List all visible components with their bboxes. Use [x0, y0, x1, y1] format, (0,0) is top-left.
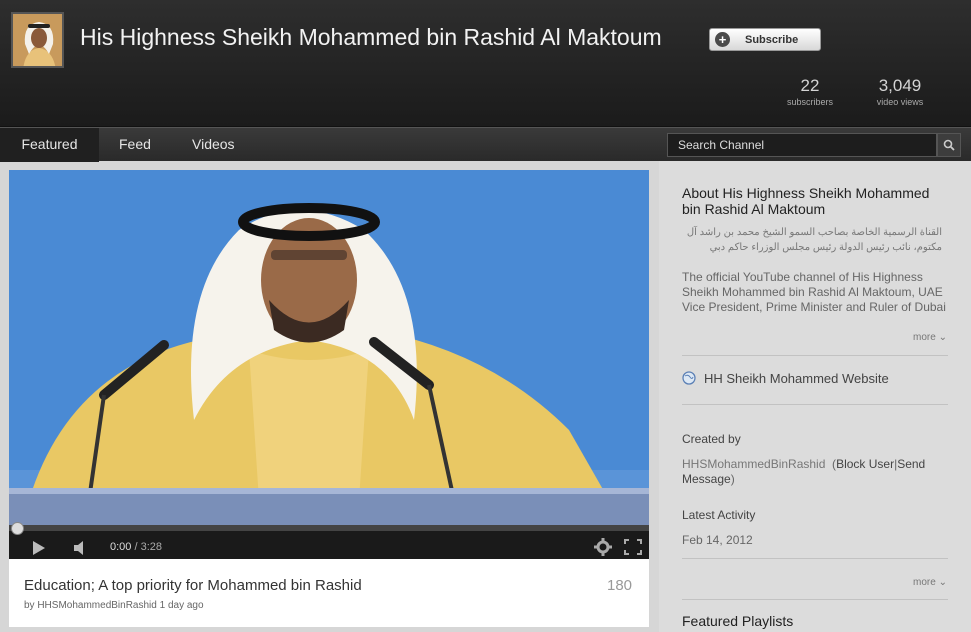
progress-scrubber[interactable] — [11, 522, 24, 535]
subscribers-label: subscribers — [786, 97, 833, 107]
channel-avatar[interactable] — [11, 12, 64, 68]
subscribe-button[interactable]: + Subscribe — [709, 28, 821, 51]
latest-activity-date: Feb 14, 2012 — [682, 533, 753, 547]
channel-header: His Highness Sheikh Mohammed bin Rashid … — [0, 0, 971, 127]
time-total: / 3:28 — [134, 541, 163, 553]
search-channel-input[interactable]: Search Channel — [667, 133, 937, 157]
video-views-label: video views — [876, 97, 924, 107]
activity-more-label: more — [913, 577, 936, 588]
about-more-label: more — [913, 332, 936, 343]
divider — [682, 558, 948, 559]
tab-featured[interactable]: Featured — [0, 128, 99, 162]
tab-videos[interactable]: Videos — [192, 128, 235, 162]
creator-link[interactable]: HHSMohammedBinRashid — [682, 457, 825, 471]
featured-playlists-heading: Featured Playlists — [682, 613, 794, 629]
about-more-link[interactable]: more ⌄ — [913, 332, 947, 343]
tab-feed[interactable]: Feed — [119, 128, 151, 162]
website-link[interactable]: HH Sheikh Mohammed Website — [704, 371, 889, 386]
time-current: 0:00 — [110, 541, 132, 553]
about-title: About His Highness Sheikh Mohammed bin R… — [682, 185, 930, 217]
divider — [682, 599, 948, 600]
time-display: 0:00 / 3:28 — [110, 541, 162, 553]
settings-gear-icon[interactable] — [594, 538, 612, 556]
featured-video-card: 0:00 / 3:28 Education; A top priority fo… — [9, 170, 649, 627]
subscribers-stat: 22 subscribers — [781, 76, 839, 107]
creator-info: HHSMohammedBinRashid (Block User|Send Me… — [682, 457, 926, 486]
progress-bar[interactable] — [9, 525, 649, 531]
search-icon — [943, 139, 955, 151]
channel-sidebar: About His Highness Sheikh Mohammed bin R… — [659, 161, 971, 632]
divider — [682, 355, 948, 356]
video-title[interactable]: Education; A top priority for Mohammed b… — [24, 577, 362, 594]
activity-more-link[interactable]: more ⌄ — [913, 577, 947, 588]
latest-activity-label: Latest Activity — [682, 508, 756, 522]
about-arabic: القناة الرسمية الخاصة بصاحب السمو الشيخ … — [686, 227, 942, 253]
video-player[interactable] — [9, 170, 649, 525]
video-views-count: 3,049 — [878, 76, 922, 95]
channel-nav: Featured Feed Videos Search Channel — [0, 127, 971, 162]
volume-icon[interactable] — [73, 540, 89, 556]
divider — [682, 404, 948, 405]
video-byline: by HHSMohammedBinRashid 1 day ago — [24, 600, 204, 611]
play-icon[interactable] — [32, 540, 46, 556]
view-count: 180 — [607, 577, 633, 594]
globe-icon — [682, 371, 696, 385]
plus-icon: + — [715, 32, 730, 47]
search-button[interactable] — [937, 133, 961, 157]
fullscreen-icon[interactable] — [624, 539, 642, 555]
about-english: The official YouTube channel of His High… — [682, 270, 946, 314]
subscribers-count: 22 — [800, 76, 820, 95]
block-user-link[interactable]: Block User — [836, 457, 894, 471]
channel-title: His Highness Sheikh Mohammed bin Rashid … — [80, 24, 662, 50]
created-by-label: Created by — [682, 432, 741, 446]
subscribe-label: Subscribe — [745, 33, 799, 46]
video-views-stat: 3,049 video views — [868, 76, 932, 107]
